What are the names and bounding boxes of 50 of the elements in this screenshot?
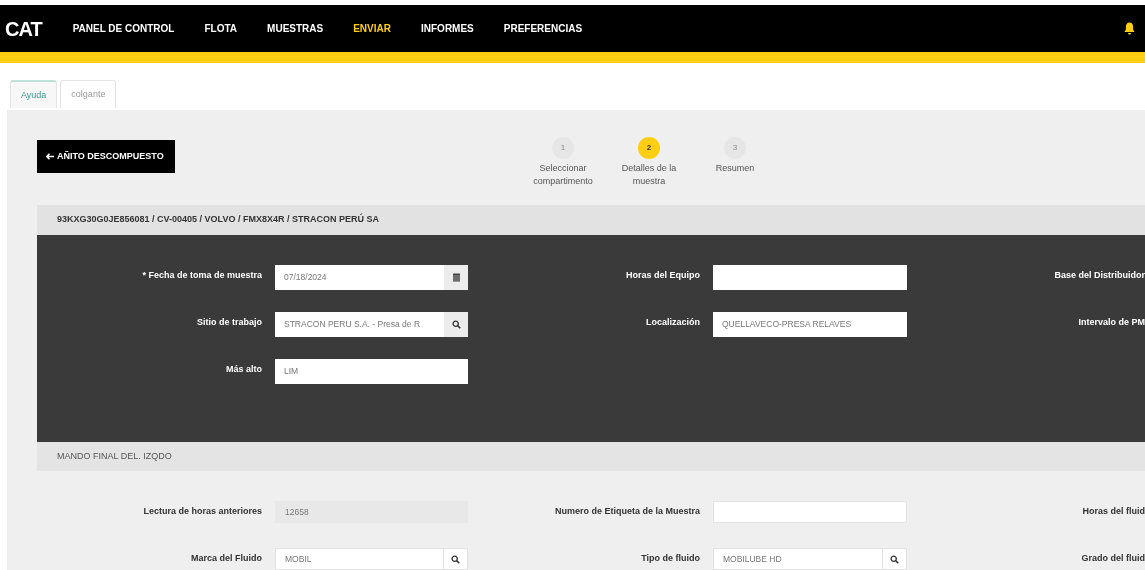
input-field[interactable] (713, 265, 907, 290)
step-label: Seleccionar compartimento (532, 162, 594, 189)
nav-link[interactable]: PANEL DE CONTROL (72, 21, 175, 36)
input-field: 12658 (275, 501, 468, 523)
nav-link[interactable]: ENVIAR (353, 21, 391, 36)
search-button[interactable] (444, 548, 468, 570)
bell-icon[interactable] (1124, 22, 1135, 35)
nav-link[interactable]: PREFERENCIAS (503, 21, 583, 36)
search-icon (451, 320, 461, 329)
search-icon (451, 554, 460, 564)
arrow-left-icon (46, 153, 54, 160)
calendar-button[interactable] (444, 265, 468, 290)
step-circle[interactable]: 3 (724, 137, 746, 159)
field-label: Más alto (225, 363, 262, 376)
step-circle[interactable]: 1 (552, 137, 574, 159)
field-label: Base del Distribuidor (1053, 269, 1145, 282)
field-label: Grado del fluid (1080, 552, 1145, 565)
field-label: Marca del Fluido (190, 552, 262, 565)
input-field[interactable]: 07/18/2024 (275, 265, 444, 290)
search-button[interactable] (444, 312, 468, 337)
field-label: Localización (645, 316, 700, 329)
nav-link[interactable]: INFORMES (421, 21, 474, 36)
field-label: Horas del Equipo (625, 269, 700, 282)
field-label: Tipo de fluido (640, 552, 700, 565)
tab[interactable]: colgante (60, 80, 117, 108)
field-label: Horas del fluid (1081, 505, 1145, 518)
search-icon (890, 554, 899, 564)
logo[interactable]: CAT (5, 18, 42, 39)
step-label: Resumen (715, 162, 755, 175)
input-field[interactable]: MOBILUBE HD (713, 548, 883, 570)
field-label: Lectura de horas anteriores (142, 505, 262, 518)
section-header: MANDO FINAL DEL. IZQDO (37, 442, 1145, 471)
input-field[interactable]: STRACON PERU S.A. - Presa de R (275, 312, 444, 337)
input-field[interactable] (713, 501, 907, 523)
equipment-header: 93KXG30G0JE856081 / CV-00405 / VOLVO / FMX8X4R / STRACON PERÚ SA (37, 205, 1145, 235)
step-circle[interactable]: 2 (638, 137, 660, 159)
input-field[interactable]: QUELLAVECO-PRESA RELAVES (713, 312, 907, 337)
input-field[interactable]: LIM (275, 359, 468, 384)
tab[interactable]: Ayuda (10, 80, 58, 108)
calendar-icon (451, 273, 461, 282)
field-label: Intervalo de PM (1077, 316, 1145, 329)
nav-link[interactable]: MUESTRAS (267, 21, 324, 36)
input-field[interactable]: MOBIL (275, 548, 444, 570)
field-label: Numero de Etiqueta de la Muestra (553, 505, 700, 518)
step-label: Detalles de la muestra (620, 162, 678, 189)
nav-link[interactable]: FLOTA (204, 21, 238, 36)
back-button[interactable]: AÑITO DESCOMPUESTO (37, 140, 175, 173)
field-label: Sitio de trabajo (196, 316, 262, 329)
search-button[interactable] (883, 548, 907, 570)
field-label: * Fecha de toma de muestra (141, 269, 262, 282)
